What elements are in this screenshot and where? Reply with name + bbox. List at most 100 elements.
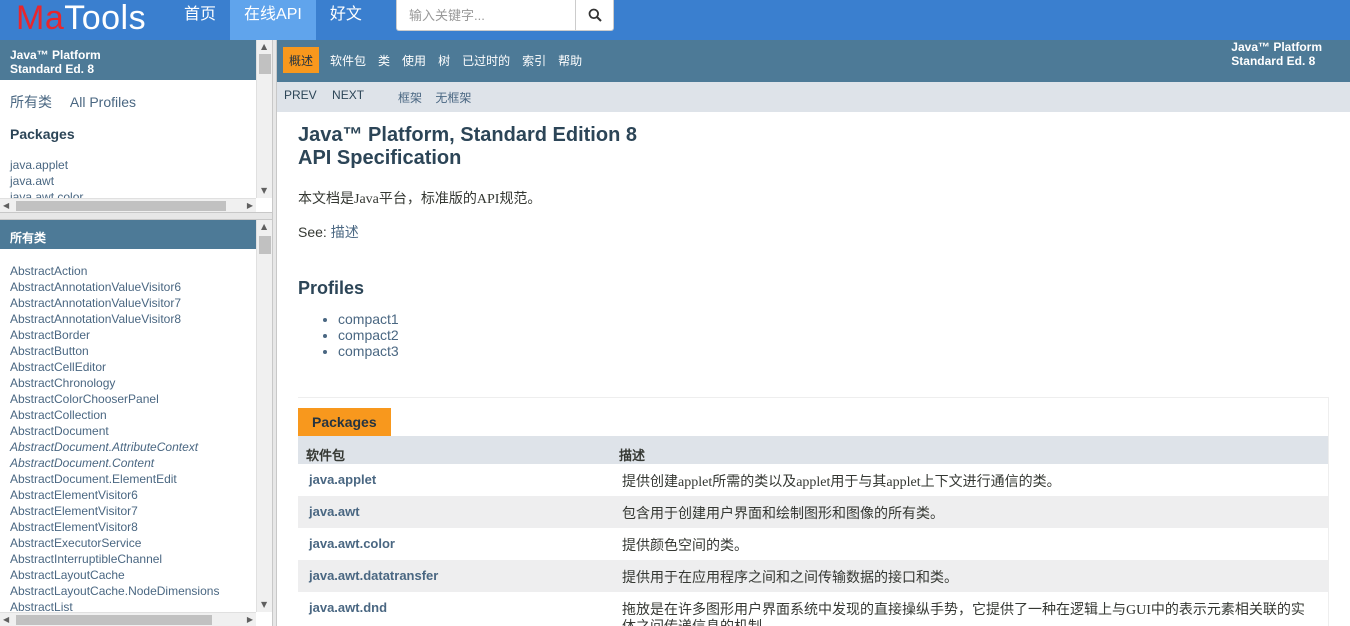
nav-help[interactable]: 帮助 bbox=[552, 47, 588, 73]
table-caption: Packages bbox=[298, 408, 391, 436]
class-link[interactable]: AbstractInterruptibleChannel bbox=[10, 551, 262, 567]
scroll-up-icon[interactable]: ▲ bbox=[261, 42, 267, 52]
table-row: java.awt 包含用于创建用户界面和绘制图形和图像的所有类。 bbox=[298, 496, 1328, 528]
class-link[interactable]: AbstractLayoutCache.NodeDimensions bbox=[10, 583, 262, 599]
main-nav: 首页 在线API 好文 bbox=[170, 0, 376, 40]
class-link[interactable]: AbstractElementVisitor6 bbox=[10, 487, 262, 503]
all-profiles-link[interactable]: All Profiles bbox=[70, 94, 136, 110]
scroll-left-icon[interactable]: ◀ bbox=[3, 201, 9, 211]
package-link[interactable]: java.applet bbox=[10, 157, 262, 173]
table-row: java.applet 提供创建applet所需的类以及applet用于与其ap… bbox=[298, 464, 1328, 496]
packages-table: Packages 软件包 描述 java.applet 提供创建applet所需… bbox=[298, 397, 1329, 626]
class-link[interactable]: AbstractAnnotationValueVisitor8 bbox=[10, 311, 262, 327]
scrollbar-thumb[interactable] bbox=[259, 236, 271, 254]
class-link[interactable]: AbstractBorder bbox=[10, 327, 262, 343]
about-line1: Java™ Platform bbox=[1231, 40, 1322, 54]
package-description: 拖放是在许多图形用户界面系统中发现的直接操纵手势，它提供了一种在逻辑上与GUI中… bbox=[622, 603, 1305, 626]
top-nav-items: 概述 软件包 类 使用 树 已过时的 索引 帮助 bbox=[283, 47, 588, 73]
profile-link[interactable]: compact1 bbox=[338, 311, 1329, 327]
platform-name: Java™ Platform bbox=[10, 48, 101, 62]
package-name-link[interactable]: java.awt bbox=[298, 496, 612, 528]
top-navigation: 概述 软件包 类 使用 树 已过时的 索引 帮助 Java™ Platform … bbox=[277, 40, 1350, 82]
package-name-link[interactable]: java.awt.dnd bbox=[298, 592, 612, 626]
search-input[interactable] bbox=[397, 0, 575, 30]
platform-edition: Standard Ed. 8 bbox=[10, 62, 95, 76]
table-row: java.awt.dnd 拖放是在许多图形用户界面系统中发现的直接操纵手势，它提… bbox=[298, 592, 1328, 626]
package-name-link[interactable]: java.awt.color bbox=[298, 528, 612, 560]
nav-online-api[interactable]: 在线API bbox=[230, 0, 316, 40]
about-line2: Standard Ed. 8 bbox=[1231, 54, 1316, 68]
package-name-link[interactable]: java.applet bbox=[298, 464, 612, 496]
interface-link[interactable]: AbstractDocument.Content bbox=[10, 455, 262, 471]
horizontal-scrollbar[interactable]: ◀ ▶ bbox=[0, 612, 256, 626]
all-classes-header: 所有类 bbox=[0, 220, 272, 249]
frame-links: 所有类 All Profiles bbox=[0, 80, 272, 112]
table-row: java.awt.datatransfer 提供用于在应用程序之间和之间传输数据… bbox=[298, 560, 1328, 592]
no-frames-link[interactable]: 无框架 bbox=[435, 91, 471, 105]
class-link[interactable]: AbstractDocument.ElementEdit bbox=[10, 471, 262, 487]
vertical-scrollbar[interactable]: ▲ ▼ bbox=[256, 220, 272, 612]
prev-next: PREV NEXT bbox=[284, 88, 376, 102]
frames-link[interactable]: 框架 bbox=[398, 91, 422, 105]
prev-link[interactable]: PREV bbox=[284, 88, 317, 102]
package-description: 包含用于创建用户界面和绘制图形和图像的所有类。 bbox=[622, 507, 944, 522]
class-link[interactable]: AbstractAnnotationValueVisitor7 bbox=[10, 295, 262, 311]
package-name-link[interactable]: java.awt.datatransfer bbox=[298, 560, 612, 592]
nav-use[interactable]: 使用 bbox=[396, 47, 432, 73]
class-link[interactable]: AbstractElementVisitor7 bbox=[10, 503, 262, 519]
top-bar: MaTools 首页 在线API 好文 bbox=[0, 0, 1350, 40]
scroll-right-icon[interactable]: ▶ bbox=[247, 615, 253, 625]
scrollbar-thumb[interactable] bbox=[16, 201, 226, 211]
scrollbar-thumb[interactable] bbox=[259, 54, 271, 74]
class-link[interactable]: AbstractAnnotationValueVisitor6 bbox=[10, 279, 262, 295]
class-link[interactable]: AbstractCollection bbox=[10, 407, 262, 423]
class-link[interactable]: AbstractColorChooserPanel bbox=[10, 391, 262, 407]
search-button[interactable] bbox=[575, 0, 613, 30]
nav-deprecated[interactable]: 已过时的 bbox=[456, 47, 516, 73]
package-description: 提供用于在应用程序之间和之间传输数据的接口和类。 bbox=[622, 571, 958, 586]
profile-link[interactable]: compact2 bbox=[338, 327, 1329, 343]
see-also: See: 描述 bbox=[298, 222, 1329, 242]
main-content: Java™ Platform, Standard Edition 8 API S… bbox=[277, 112, 1350, 359]
profile-link[interactable]: compact3 bbox=[338, 343, 1329, 359]
class-link[interactable]: AbstractCellEditor bbox=[10, 359, 262, 375]
nav-tree[interactable]: 树 bbox=[432, 47, 456, 73]
nav-home[interactable]: 首页 bbox=[170, 0, 230, 40]
packages-frame-header: Java™ Platform Standard Ed. 8 bbox=[0, 40, 272, 80]
search-icon bbox=[588, 8, 602, 22]
class-link[interactable]: AbstractAction bbox=[10, 263, 262, 279]
scrollbar-thumb[interactable] bbox=[16, 615, 212, 625]
nav-articles[interactable]: 好文 bbox=[316, 0, 376, 40]
nav-overview[interactable]: 概述 bbox=[283, 47, 320, 73]
see-description-link[interactable]: 描述 bbox=[331, 224, 359, 240]
package-description: 提供创建applet所需的类以及applet用于与其applet上下文进行通信的… bbox=[622, 475, 1061, 490]
class-link[interactable]: AbstractElementVisitor8 bbox=[10, 519, 262, 535]
logo[interactable]: MaTools bbox=[16, 0, 146, 40]
scroll-down-icon[interactable]: ▼ bbox=[261, 600, 267, 610]
profile-list: compact1 compact2 compact3 bbox=[338, 311, 1329, 359]
class-list: AbstractAction AbstractAnnotationValueVi… bbox=[0, 249, 272, 615]
vertical-scrollbar[interactable]: ▲ ▼ bbox=[256, 40, 272, 198]
scroll-right-icon[interactable]: ▶ bbox=[247, 201, 253, 211]
interface-link[interactable]: AbstractDocument.AttributeContext bbox=[10, 439, 262, 455]
logo-tools: Tools bbox=[64, 0, 147, 37]
package-description: 提供颜色空间的类。 bbox=[622, 539, 748, 554]
nav-class[interactable]: 类 bbox=[372, 47, 396, 73]
next-link[interactable]: NEXT bbox=[332, 88, 364, 102]
horizontal-scrollbar[interactable]: ◀ ▶ bbox=[0, 198, 256, 212]
scroll-up-icon[interactable]: ▲ bbox=[261, 222, 267, 232]
class-link[interactable]: AbstractLayoutCache bbox=[10, 567, 262, 583]
nav-index[interactable]: 索引 bbox=[516, 47, 552, 73]
class-link[interactable]: AbstractExecutorService bbox=[10, 535, 262, 551]
class-link[interactable]: AbstractChronology bbox=[10, 375, 262, 391]
table-row: java.awt.color 提供颜色空间的类。 bbox=[298, 528, 1328, 560]
nav-package[interactable]: 软件包 bbox=[324, 47, 372, 73]
class-link[interactable]: AbstractDocument bbox=[10, 423, 262, 439]
package-link[interactable]: java.awt bbox=[10, 173, 262, 189]
all-classes-frame: 所有类 AbstractAction AbstractAnnotationVal… bbox=[0, 220, 272, 626]
scroll-left-icon[interactable]: ◀ bbox=[3, 615, 9, 625]
all-classes-link[interactable]: 所有类 bbox=[10, 94, 52, 110]
frame-divider-horizontal[interactable] bbox=[0, 212, 276, 220]
class-link[interactable]: AbstractButton bbox=[10, 343, 262, 359]
scroll-down-icon[interactable]: ▼ bbox=[261, 186, 267, 196]
